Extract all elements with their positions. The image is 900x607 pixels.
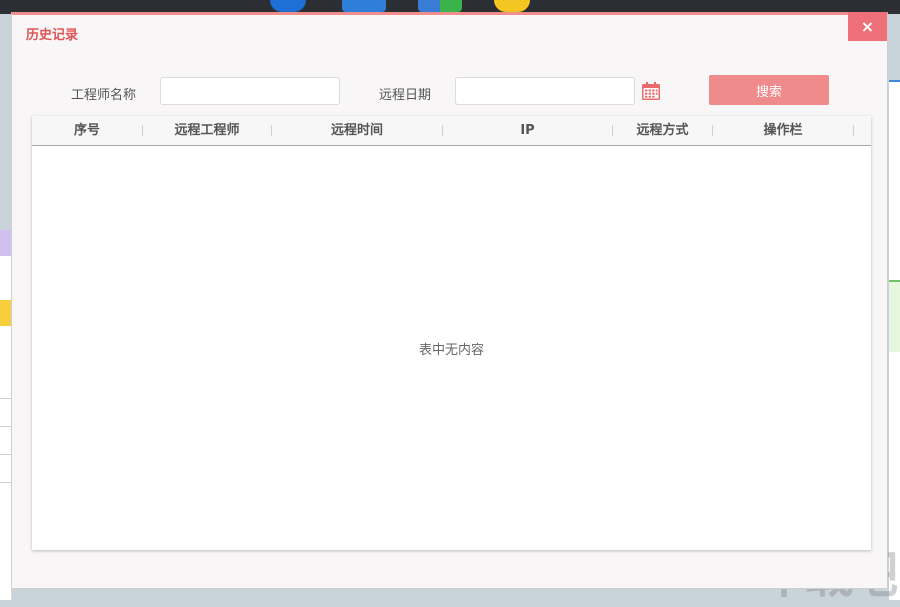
close-button[interactable]: × bbox=[848, 12, 887, 41]
history-table: 序号 远程工程师 远程时间 IP 远程方式 操作栏 表中无内容 bbox=[32, 116, 871, 550]
close-icon: × bbox=[860, 17, 875, 36]
history-dialog: 历史记录 × 工程师名称 远程日期 搜索 序号 远程工程师 远程时间 IP 远程… bbox=[11, 12, 888, 589]
column-header-actions[interactable]: 操作栏 bbox=[713, 116, 853, 145]
table-header: 序号 远程工程师 远程时间 IP 远程方式 操作栏 bbox=[32, 116, 871, 146]
remote-date-input[interactable] bbox=[455, 77, 635, 105]
column-header-time[interactable]: 远程时间 bbox=[272, 116, 442, 145]
column-header-method[interactable]: 远程方式 bbox=[613, 116, 712, 145]
engineer-name-label: 工程师名称 bbox=[71, 88, 137, 103]
column-header-engineer[interactable]: 远程工程师 bbox=[143, 116, 271, 145]
empty-table-message: 表中无内容 bbox=[418, 343, 484, 358]
engineer-name-input[interactable] bbox=[160, 77, 340, 105]
column-header-index[interactable]: 序号 bbox=[32, 116, 142, 145]
desktop-app-icon bbox=[418, 0, 462, 12]
column-header-ip[interactable]: IP bbox=[443, 116, 612, 145]
column-divider bbox=[853, 125, 854, 136]
remote-date-label: 远程日期 bbox=[379, 88, 432, 103]
calendar-icon[interactable] bbox=[641, 81, 661, 101]
desktop-app-icon bbox=[494, 0, 530, 12]
desktop-app-icon bbox=[270, 0, 306, 12]
desktop-app-icon bbox=[342, 0, 386, 12]
search-button[interactable]: 搜索 bbox=[709, 75, 829, 105]
background-window-right bbox=[889, 80, 900, 600]
dialog-title: 历史记录 bbox=[26, 28, 79, 43]
